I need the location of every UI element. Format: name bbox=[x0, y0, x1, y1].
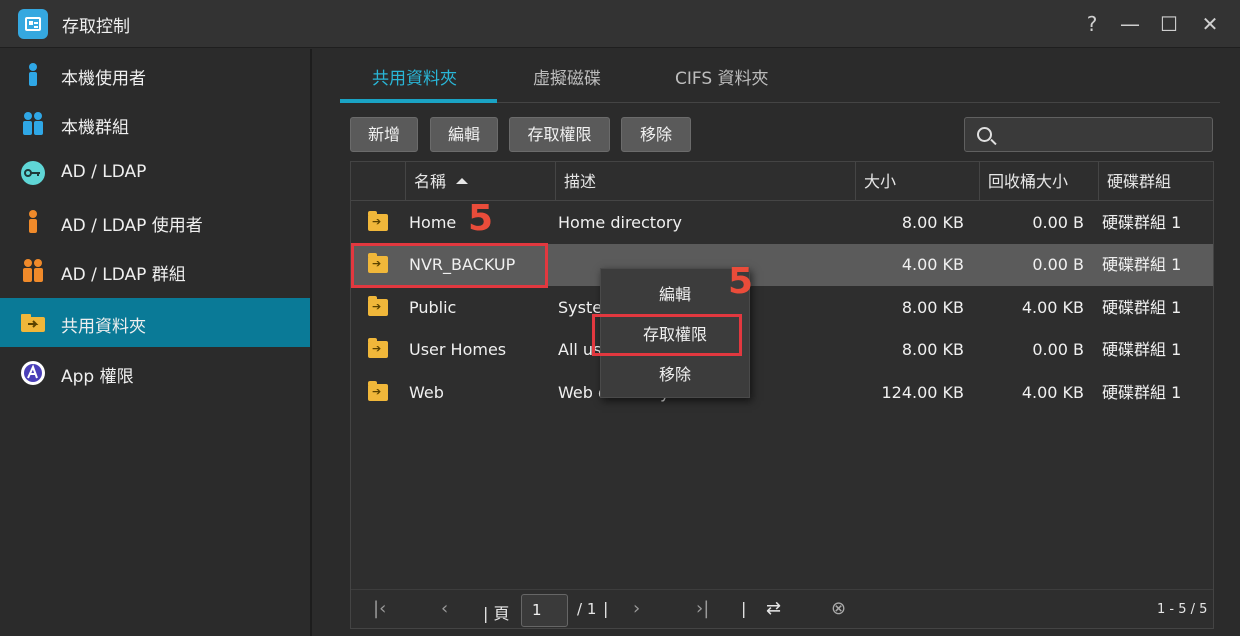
cell-recycle-size: 0.00 B bbox=[1032, 255, 1084, 274]
sidebar-item-local-users[interactable]: 本機使用者 bbox=[0, 50, 310, 99]
cell-size: 124.00 KB bbox=[881, 383, 964, 402]
sidebar-item-label: 共用資料夾 bbox=[61, 317, 146, 337]
sidebar-item-local-groups[interactable]: 本機群組 bbox=[0, 99, 310, 148]
table-row[interactable]: Web Web directory 124.00 KB 4.00 KB 硬碟群組… bbox=[351, 372, 1213, 414]
step-number-label: 5 bbox=[468, 198, 494, 239]
remove-button[interactable]: 移除 bbox=[621, 117, 691, 152]
cell-recycle-size: 0.00 B bbox=[1032, 340, 1084, 359]
first-page-icon[interactable]: |‹ bbox=[373, 598, 386, 619]
highlight-nvr-backup bbox=[351, 243, 548, 288]
cell-size: 4.00 KB bbox=[901, 255, 964, 274]
folder-icon bbox=[368, 381, 388, 401]
cell-recycle-size: 0.00 B bbox=[1032, 213, 1084, 232]
sidebar-item-ad-ldap-groups[interactable]: AD / LDAP 群組 bbox=[0, 246, 310, 295]
edit-button[interactable]: 編輯 bbox=[430, 117, 498, 152]
cell-disk-group: 硬碟群組 1 bbox=[1102, 255, 1182, 274]
add-button[interactable]: 新增 bbox=[350, 117, 418, 152]
step-number-label: 5 bbox=[728, 261, 754, 302]
last-page-icon[interactable]: ›| bbox=[696, 598, 709, 619]
column-header-size[interactable]: 大小 bbox=[855, 162, 979, 201]
sidebar-item-shared-folders[interactable]: 共用資料夾 bbox=[0, 298, 310, 347]
folder-icon bbox=[368, 211, 388, 231]
table-header: 名稱 描述 大小 回收桶大小 硬碟群組 bbox=[351, 162, 1213, 201]
sort-ascending-icon bbox=[456, 178, 469, 184]
sidebar-item-label: AD / LDAP 群組 bbox=[61, 265, 186, 285]
user-icon bbox=[29, 63, 37, 86]
minimize-icon[interactable]: — bbox=[1116, 10, 1144, 38]
column-header-name[interactable]: 名稱 bbox=[405, 162, 555, 201]
column-header-recycle-size[interactable]: 回收桶大小 bbox=[979, 162, 1098, 201]
tab-virtual-disks[interactable]: 虛擬磁碟 bbox=[533, 64, 601, 89]
refresh-icon[interactable]: ⇄ bbox=[766, 598, 781, 619]
active-tab-indicator bbox=[340, 99, 497, 103]
close-icon[interactable]: ✕ bbox=[1196, 10, 1224, 38]
sidebar-item-label: AD / LDAP bbox=[61, 162, 147, 182]
access-control-app-icon bbox=[18, 9, 48, 39]
shared-folder-icon bbox=[21, 314, 45, 332]
record-range: 1 - 5 / 5 bbox=[1157, 602, 1208, 617]
cell-name: Web bbox=[409, 383, 444, 402]
group-icon bbox=[23, 112, 43, 135]
table-row[interactable]: User Homes All user homes 8.00 KB 0.00 B… bbox=[351, 329, 1213, 371]
cell-size: 8.00 KB bbox=[901, 298, 964, 317]
page-label: | 頁 bbox=[483, 604, 510, 623]
cell-name: User Homes bbox=[409, 340, 507, 359]
cell-recycle-size: 4.00 KB bbox=[1021, 298, 1084, 317]
column-header-disk-group[interactable]: 硬碟群組 bbox=[1098, 162, 1213, 201]
cell-disk-group: 硬碟群組 1 bbox=[1102, 213, 1182, 232]
title-bar: 存取控制 ? — ☐ ✕ bbox=[0, 0, 1240, 48]
app-icon bbox=[21, 361, 45, 385]
highlight-access-permissions bbox=[592, 314, 742, 356]
window-title: 存取控制 bbox=[62, 17, 130, 37]
sidebar-item-ad-ldap-users[interactable]: AD / LDAP 使用者 bbox=[0, 197, 310, 246]
pager-divider: | bbox=[741, 599, 747, 618]
table-row[interactable]: Public System default share 8.00 KB 4.00… bbox=[351, 287, 1213, 329]
folder-icon bbox=[368, 296, 388, 316]
tab-cifs-folders[interactable]: CIFS 資料夾 bbox=[675, 64, 769, 89]
cell-description: Home directory bbox=[558, 213, 682, 232]
key-icon bbox=[21, 161, 45, 185]
tab-shared-folders[interactable]: 共用資料夾 bbox=[372, 64, 457, 89]
search-input[interactable] bbox=[964, 117, 1213, 152]
cell-name: Public bbox=[409, 298, 457, 317]
page-number-input[interactable]: 1 bbox=[521, 594, 568, 627]
cell-recycle-size: 4.00 KB bbox=[1021, 383, 1084, 402]
context-menu-remove[interactable]: 移除 bbox=[601, 357, 749, 393]
cell-disk-group: 硬碟群組 1 bbox=[1102, 383, 1182, 402]
cell-size: 8.00 KB bbox=[901, 213, 964, 232]
sidebar-item-label: 本機使用者 bbox=[61, 69, 146, 89]
sidebar-item-ad-ldap[interactable]: AD / LDAP bbox=[0, 148, 310, 197]
cell-disk-group: 硬碟群組 1 bbox=[1102, 340, 1182, 359]
sidebar-item-label: App 權限 bbox=[61, 367, 134, 387]
sidebar-item-app-permissions[interactable]: App 權限 bbox=[0, 348, 310, 397]
group-icon bbox=[23, 259, 43, 282]
column-header-description[interactable]: 描述 bbox=[555, 162, 855, 201]
help-icon[interactable]: ? bbox=[1078, 10, 1106, 38]
sidebar-item-label: AD / LDAP 使用者 bbox=[61, 216, 203, 236]
maximize-icon[interactable]: ☐ bbox=[1155, 10, 1183, 38]
cell-size: 8.00 KB bbox=[901, 340, 964, 359]
search-icon bbox=[977, 127, 992, 142]
previous-page-icon[interactable]: ‹ bbox=[441, 598, 448, 619]
folder-icon bbox=[368, 338, 388, 358]
pagination-bar: |‹ ‹ | 頁 1 / 1 | › ›| | ⇄ ⊗ 1 - 5 / 5 bbox=[351, 589, 1213, 629]
next-page-icon[interactable]: › bbox=[633, 598, 640, 619]
pager-divider: | bbox=[603, 599, 609, 618]
access-permissions-button[interactable]: 存取權限 bbox=[509, 117, 610, 152]
sidebar-item-label: 本機群組 bbox=[61, 118, 129, 138]
sidebar: 本機使用者 本機群組 AD / LDAP AD / LDAP 使用者 AD / … bbox=[0, 49, 312, 636]
page-total: / 1 bbox=[577, 600, 597, 618]
clear-filter-icon[interactable]: ⊗ bbox=[831, 598, 846, 619]
user-icon bbox=[29, 210, 37, 233]
cell-disk-group: 硬碟群組 1 bbox=[1102, 298, 1182, 317]
context-menu-edit[interactable]: 編輯 bbox=[601, 277, 749, 313]
